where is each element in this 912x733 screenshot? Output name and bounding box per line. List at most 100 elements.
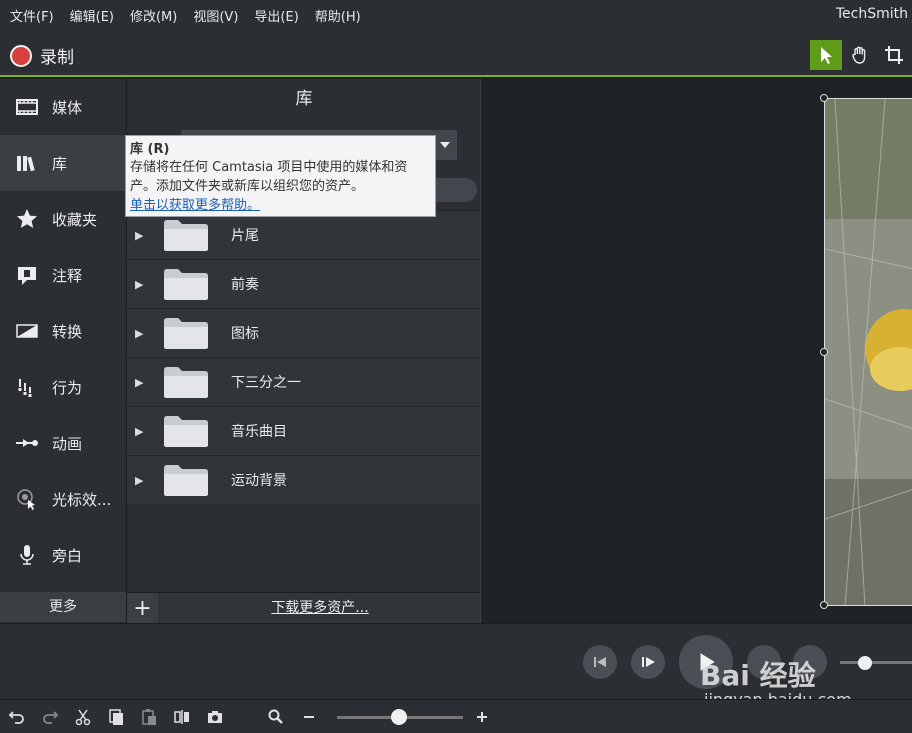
expand-arrow-icon[interactable]: ▶ [135,376,147,389]
sidebar-item-favorites[interactable]: 收藏夹 [0,191,126,247]
minus-icon [303,715,314,718]
expand-arrow-icon[interactable]: ▶ [135,327,147,340]
microphone-icon [14,542,40,568]
sidebar-item-library[interactable]: 库 [0,135,126,191]
split-button[interactable] [165,700,198,733]
sidebar-item-label: 动画 [52,434,83,453]
sidebar-item-behaviors[interactable]: 行为 [0,359,126,415]
folder-name: 下三分之一 [231,375,301,391]
list-item[interactable]: ▶ 下三分之一 [127,357,481,406]
record-label: 录制 [40,48,74,68]
resize-handle[interactable] [820,601,828,609]
add-button[interactable]: + [127,593,158,624]
playback-slider-knob[interactable] [858,656,872,670]
canvas-media-image[interactable] [824,98,912,606]
canvas-tools [810,40,912,70]
sidebar-item-label: 光标效... [52,490,112,509]
behavior-icon [14,374,40,400]
expand-arrow-icon[interactable]: ▶ [135,278,147,291]
record-icon [10,44,32,67]
scissors-icon [75,709,90,725]
snapshot-button[interactable] [198,700,231,733]
copy-icon [108,708,123,725]
playback-slider-track[interactable] [840,661,912,664]
pan-tool-button[interactable] [844,40,876,70]
undo-button[interactable] [0,700,33,733]
undo-icon [8,710,24,724]
folder-name: 运动背景 [231,473,287,489]
sidebar-item-label: 转换 [52,322,83,341]
library-icon [14,150,40,176]
tooltip-body: 存储将在任何 Camtasia 项目中使用的媒体和资产。添加文件夹或新库以组织您… [130,160,408,194]
folder-icon [163,414,209,448]
folder-icon [163,365,209,399]
zoom-slider-knob[interactable] [391,709,407,725]
folder-name: 音乐曲目 [231,424,287,440]
step-forward-button[interactable] [631,645,665,679]
redo-button[interactable] [33,700,66,733]
more-button[interactable]: 更多 [0,592,126,622]
sidebar-item-label: 媒体 [52,98,83,117]
list-item[interactable]: ▶ 图标 [127,308,481,357]
expand-arrow-icon[interactable]: ▶ [135,229,147,242]
select-tool-button[interactable] [810,40,842,70]
menu-file[interactable]: 文件(F) [0,6,62,25]
menu-view[interactable]: 视图(V) [185,6,246,25]
folder-icon [163,218,209,252]
tooltip-title: 库 (R) [130,142,170,157]
film-icon [14,94,40,120]
cut-button[interactable] [66,700,99,733]
copy-button[interactable] [99,700,132,733]
crop-icon [885,46,903,64]
timeline-toolbar [0,699,912,733]
tooltip-help-link[interactable]: 单击以获取更多帮助。 [130,196,431,215]
library-footer: + 下载更多资产... [127,592,481,624]
sidebar-item-annotations[interactable]: 注释 [0,247,126,303]
animation-icon [14,430,40,456]
sidebar-item-label: 旁白 [52,546,83,565]
zoom-button[interactable] [259,700,292,733]
magnifier-icon [268,709,283,724]
paste-button[interactable] [132,700,165,733]
menu-export[interactable]: 导出(E) [246,6,306,25]
cursor-effect-icon [14,486,40,512]
brand-label: TechSmith [835,6,908,22]
step-back-button[interactable] [583,645,617,679]
sidebar-item-label: 收藏夹 [52,210,98,229]
annotation-icon [14,262,40,288]
paste-icon [141,708,156,725]
playback-bar: Bai 经验 jingyan.baidu.com [0,623,912,709]
list-item[interactable]: ▶ 运动背景 [127,455,481,504]
sidebar-item-transitions[interactable]: 转换 [0,303,126,359]
sidebar-item-media[interactable]: 媒体 [0,79,126,135]
list-item[interactable]: ▶ 前奏 [127,259,481,308]
sidebar-item-cursor-effects[interactable]: 光标效... [0,471,126,527]
menu-edit[interactable]: 编辑(E) [62,6,122,25]
sidebar-item-label: 注释 [52,266,83,285]
expand-arrow-icon[interactable]: ▶ [135,474,147,487]
menu-help[interactable]: 帮助(H) [307,6,369,25]
list-item[interactable]: ▶ 片尾 [127,210,481,259]
folder-name: 图标 [231,326,259,342]
menu-modify[interactable]: 修改(M) [122,6,185,25]
sidebar-item-animations[interactable]: 动画 [0,415,126,471]
zoom-out-button[interactable] [292,700,325,733]
record-bar: 录制 [0,30,912,77]
resize-handle[interactable] [820,94,828,102]
canvas-area[interactable] [480,79,912,623]
arrow-pointer-icon [821,47,832,64]
record-button[interactable]: 录制 [10,43,74,68]
transition-icon [14,318,40,344]
step-back-icon [594,657,606,667]
download-more-assets-link[interactable]: 下载更多资产... [159,593,481,624]
zoom-in-button[interactable] [465,700,498,733]
sidebar-item-voice-narration[interactable]: 旁白 [0,527,126,583]
crop-tool-button[interactable] [878,40,910,70]
chevron-down-icon[interactable] [433,130,457,160]
resize-handle[interactable] [820,348,828,356]
watermark-logo: Bai 经验 [700,659,816,692]
list-item[interactable]: ▶ 音乐曲目 [127,406,481,455]
folder-name: 前奏 [231,277,259,293]
expand-arrow-icon[interactable]: ▶ [135,425,147,438]
camera-icon [207,710,222,723]
